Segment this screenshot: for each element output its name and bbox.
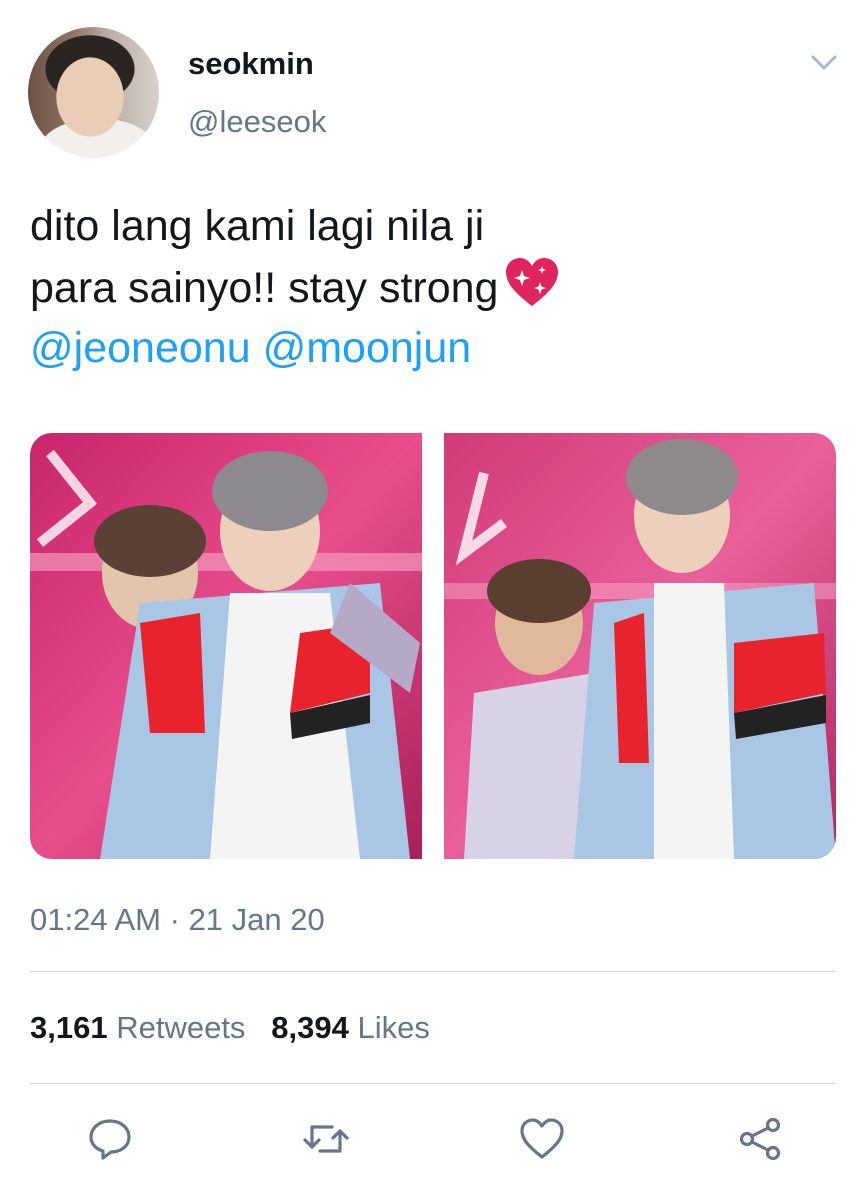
engagement-stats: 3,161 Retweets 8,394 Likes xyxy=(30,1010,430,1046)
tweet-text-line-3: @jeoneonu @moonjun xyxy=(30,318,810,378)
retweets-stat[interactable]: 3,161 Retweets xyxy=(30,1010,245,1045)
tweet-text-line-2: para sainyo!! stay strong xyxy=(30,256,810,318)
likes-stat[interactable]: 8,394 Likes xyxy=(271,1010,430,1045)
divider-top xyxy=(30,971,836,972)
user-handle[interactable]: @leeseok xyxy=(188,104,326,140)
tweet-text-line-2-text: para sainyo!! stay strong xyxy=(30,264,499,312)
like-icon[interactable] xyxy=(518,1115,566,1163)
retweets-count: 3,161 xyxy=(30,1010,108,1045)
share-icon[interactable] xyxy=(736,1115,784,1163)
retweets-label: Retweets xyxy=(116,1010,246,1045)
timestamp-time: 01:24 AM xyxy=(30,902,161,937)
timestamp-separator: · xyxy=(169,902,180,937)
mention-link[interactable]: @moonjun xyxy=(263,324,472,372)
photo-right[interactable] xyxy=(444,433,836,859)
timestamp-date: 21 Jan 20 xyxy=(188,902,325,937)
avatar[interactable] xyxy=(28,27,159,158)
retweet-icon[interactable] xyxy=(302,1115,350,1163)
likes-count: 8,394 xyxy=(271,1010,349,1045)
display-name[interactable]: seokmin xyxy=(188,46,314,82)
sparkling-heart-icon xyxy=(506,258,559,306)
tweet-text: dito lang kami lagi nila ji para sainyo!… xyxy=(30,196,810,378)
tweet-text-line-1: dito lang kami lagi nila ji xyxy=(30,202,485,250)
likes-label: Likes xyxy=(357,1010,430,1045)
reply-icon[interactable] xyxy=(86,1115,134,1163)
timestamp[interactable]: 01:24 AM · 21 Jan 20 xyxy=(30,902,325,938)
divider-bottom xyxy=(30,1083,836,1084)
mention-link[interactable]: @jeoneonu xyxy=(30,324,251,372)
photo-left[interactable] xyxy=(30,433,422,859)
chevron-down-icon[interactable] xyxy=(810,52,838,72)
